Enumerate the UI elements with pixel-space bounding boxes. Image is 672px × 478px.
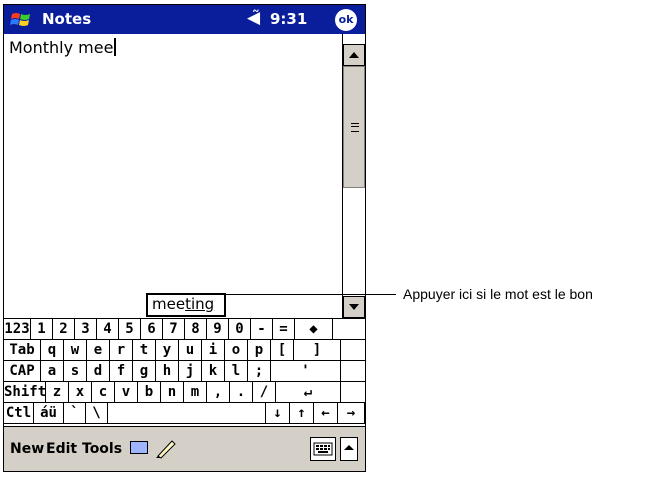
key-0[interactable]: 0	[229, 319, 251, 339]
key-r[interactable]: r	[110, 340, 133, 360]
key-m[interactable]: m	[184, 382, 207, 402]
keyboard-row: 123 1 2 3 4 5 6 7 8 9 0- = ◆	[4, 319, 365, 340]
title-bar: Notes ◀̃ 9:31 ok	[4, 5, 365, 34]
key-'[interactable]: '	[271, 361, 341, 381]
windows-flag-icon[interactable]	[10, 9, 32, 31]
key-8[interactable]: 8	[185, 319, 207, 339]
key-g[interactable]: g	[133, 361, 156, 381]
pocket-pc-screen: Notes ◀̃ 9:31 ok Monthly mee meeting 123…	[3, 4, 366, 472]
word-suggestion-button[interactable]: meeting	[146, 293, 226, 317]
key-w[interactable]: w	[64, 340, 87, 360]
key-z[interactable]: z	[46, 382, 69, 402]
key-k[interactable]: k	[202, 361, 225, 381]
text-caret	[114, 38, 117, 56]
key-;[interactable]: ;	[248, 361, 271, 381]
key-arrow-left[interactable]: ←	[314, 403, 338, 423]
key-space[interactable]	[108, 403, 266, 423]
key-6[interactable]: 6	[141, 319, 163, 339]
keyboard-row: CAP a s d f g h j k l; '	[4, 361, 365, 382]
key-p[interactable]: p	[248, 340, 271, 360]
keyboard-row: Shift z x c v b n m,. / ↵	[4, 382, 365, 403]
key-[[interactable]: [	[271, 340, 294, 360]
soft-keyboard: 123 1 2 3 4 5 6 7 8 9 0- = ◆ Tab q w e r t y u i o p[] CAP a s d f…	[4, 318, 365, 427]
arrow-up-icon	[344, 445, 354, 450]
suggestion-completion: ting	[185, 295, 215, 313]
key-4[interactable]: 4	[97, 319, 119, 339]
keyboard-row: Tab q w e r t y u i o p[]	[4, 340, 365, 361]
key-accents[interactable]: áü	[34, 403, 64, 423]
keyboard-icon	[313, 442, 333, 456]
key--[interactable]: -	[251, 319, 273, 339]
key-2[interactable]: 2	[53, 319, 75, 339]
key-i[interactable]: i	[202, 340, 225, 360]
scroll-thumb[interactable]	[343, 66, 365, 188]
note-content: Monthly mee	[9, 38, 117, 57]
menu-edit[interactable]: Edit	[46, 441, 77, 457]
key-h[interactable]: h	[156, 361, 179, 381]
key-y[interactable]: y	[156, 340, 179, 360]
key-.[interactable]: .	[230, 382, 253, 402]
key-caps[interactable]: CAP	[4, 361, 41, 381]
key-1[interactable]: 1	[31, 319, 53, 339]
key-][interactable]: ]	[294, 340, 341, 360]
key-`[interactable]: `	[64, 403, 86, 423]
key-l[interactable]: l	[225, 361, 248, 381]
input-panel-button[interactable]	[310, 437, 336, 461]
input-menu-arrow[interactable]	[340, 437, 358, 461]
key-a[interactable]: a	[41, 361, 64, 381]
key-enter[interactable]: ↵	[276, 382, 341, 402]
key-ctrl[interactable]: Ctl	[4, 403, 34, 423]
key-c[interactable]: c	[92, 382, 115, 402]
key-=[interactable]: =	[273, 319, 295, 339]
note-text-area[interactable]: Monthly mee	[4, 34, 342, 318]
suggestion-typed: mee	[152, 295, 186, 313]
key-t[interactable]: t	[133, 340, 156, 360]
pen-icon[interactable]	[154, 437, 178, 459]
recording-icon[interactable]	[130, 441, 148, 454]
key-s[interactable]: s	[64, 361, 87, 381]
key-3[interactable]: 3	[75, 319, 97, 339]
menu-tools[interactable]: Tools	[82, 441, 122, 457]
menu-bar: New Edit Tools	[4, 426, 365, 471]
keyboard-row: Ctl áü ` \ ↓ ↑ ← →	[4, 403, 365, 424]
key-\[interactable]: \	[86, 403, 108, 423]
ok-button[interactable]: ok	[335, 9, 357, 31]
key-x[interactable]: x	[69, 382, 92, 402]
scroll-up-button[interactable]	[343, 44, 365, 66]
clock[interactable]: 9:31	[270, 10, 307, 28]
menu-new[interactable]: New	[10, 441, 44, 457]
scroll-down-button[interactable]	[343, 296, 365, 318]
key-arrow-down[interactable]: ↓	[266, 403, 290, 423]
key-d[interactable]: d	[87, 361, 110, 381]
key-b[interactable]: b	[138, 382, 161, 402]
key-123[interactable]: 123	[4, 319, 31, 339]
key-shift[interactable]: Shift	[4, 382, 46, 402]
key-f[interactable]: f	[110, 361, 133, 381]
key-9[interactable]: 9	[207, 319, 229, 339]
key-,[interactable]: ,	[207, 382, 230, 402]
speaker-icon[interactable]: ◀̃	[247, 8, 260, 28]
key-arrow-right[interactable]: →	[338, 403, 365, 423]
app-title: Notes	[42, 10, 92, 28]
key-/[interactable]: /	[253, 382, 276, 402]
key-arrow-up[interactable]: ↑	[290, 403, 314, 423]
arrow-up-icon	[349, 52, 359, 58]
note-text: Monthly mee	[9, 38, 114, 57]
key-e[interactable]: e	[87, 340, 110, 360]
arrow-down-icon	[349, 304, 359, 310]
key-tab[interactable]: Tab	[4, 340, 41, 360]
key-u[interactable]: u	[179, 340, 202, 360]
callout-text: Appuyer ici si le mot est le bon	[403, 286, 593, 302]
key-j[interactable]: j	[179, 361, 202, 381]
key-7[interactable]: 7	[163, 319, 185, 339]
callout-line	[224, 294, 396, 295]
key-backspace[interactable]: ◆	[295, 319, 333, 339]
key-q[interactable]: q	[41, 340, 64, 360]
key-5[interactable]: 5	[119, 319, 141, 339]
vertical-scrollbar[interactable]	[342, 34, 365, 318]
grip-icon	[351, 123, 359, 132]
key-v[interactable]: v	[115, 382, 138, 402]
key-n[interactable]: n	[161, 382, 184, 402]
key-o[interactable]: o	[225, 340, 248, 360]
